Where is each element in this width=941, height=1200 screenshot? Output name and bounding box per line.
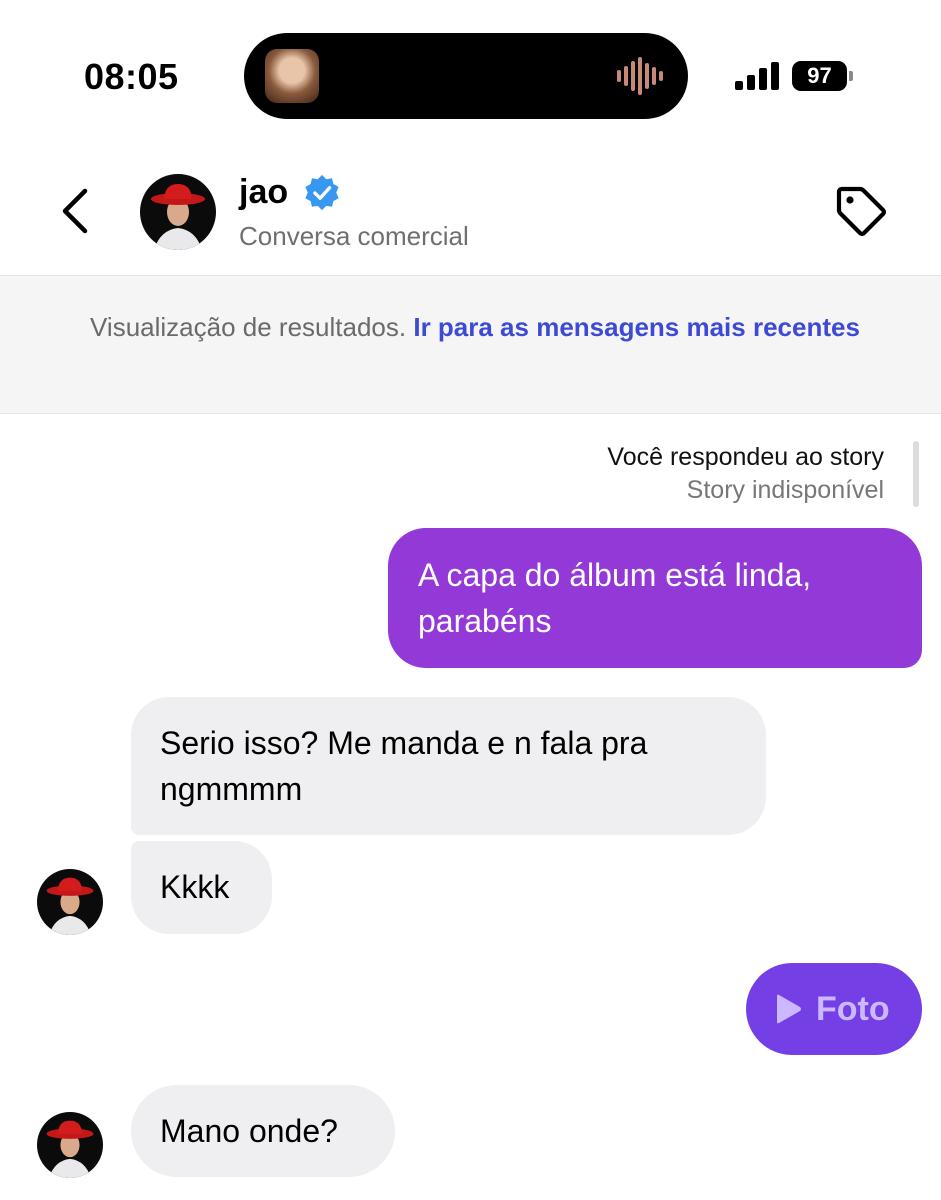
story-reply-context: Você respondeu ao story Story indisponív… bbox=[607, 441, 884, 507]
message-text: Mano onde? bbox=[160, 1113, 338, 1149]
back-chevron-icon[interactable] bbox=[56, 186, 96, 236]
contact-name: jao bbox=[239, 173, 289, 211]
now-playing-artwork bbox=[265, 49, 319, 103]
message-text: A capa do álbum está linda, parabéns bbox=[418, 557, 812, 639]
story-reply-bar bbox=[913, 441, 919, 507]
story-reply-title: Você respondeu ao story bbox=[607, 443, 884, 471]
avatar[interactable] bbox=[140, 174, 216, 250]
message-text: Serio isso? Me manda e n fala pra ngmmmm bbox=[160, 725, 648, 807]
battery-level: 97 bbox=[792, 61, 847, 91]
media-message-bubble[interactable]: Foto bbox=[746, 963, 922, 1055]
tag-icon[interactable] bbox=[833, 183, 889, 239]
verified-badge-icon bbox=[305, 174, 339, 211]
avatar-image bbox=[140, 174, 216, 250]
audio-wave-icon bbox=[617, 57, 663, 95]
avatar[interactable] bbox=[37, 1112, 103, 1178]
battery-indicator: 97 bbox=[792, 61, 854, 91]
story-reply-subtitle: Story indisponível bbox=[686, 476, 884, 504]
search-results-banner: Visualização de resultados. Ir para as m… bbox=[0, 275, 941, 414]
status-time: 08:05 bbox=[84, 56, 179, 97]
avatar-image bbox=[37, 869, 103, 935]
contact-subtitle: Conversa comercial bbox=[239, 221, 469, 251]
avatar[interactable] bbox=[37, 869, 103, 935]
media-label: Foto bbox=[816, 990, 890, 1028]
jump-to-recent-link[interactable]: Ir para as mensagens mais recentes bbox=[413, 312, 860, 342]
message-bubble-received[interactable]: Kkkk bbox=[131, 841, 272, 934]
battery-cap bbox=[849, 71, 853, 81]
message-bubble-received[interactable]: Serio isso? Me manda e n fala pra ngmmmm bbox=[131, 697, 766, 835]
signal-icon bbox=[735, 62, 779, 90]
dynamic-island[interactable] bbox=[244, 33, 688, 119]
avatar-image bbox=[37, 1112, 103, 1178]
banner-label: Visualização de resultados. bbox=[90, 312, 407, 342]
play-icon bbox=[777, 994, 801, 1024]
message-bubble-received[interactable]: Mano onde? bbox=[131, 1085, 395, 1177]
banner-text-block: Visualização de resultados. Ir para as m… bbox=[80, 310, 870, 344]
message-bubble-sent[interactable]: A capa do álbum está linda, parabéns bbox=[388, 528, 922, 668]
message-text: Kkkk bbox=[160, 869, 230, 905]
